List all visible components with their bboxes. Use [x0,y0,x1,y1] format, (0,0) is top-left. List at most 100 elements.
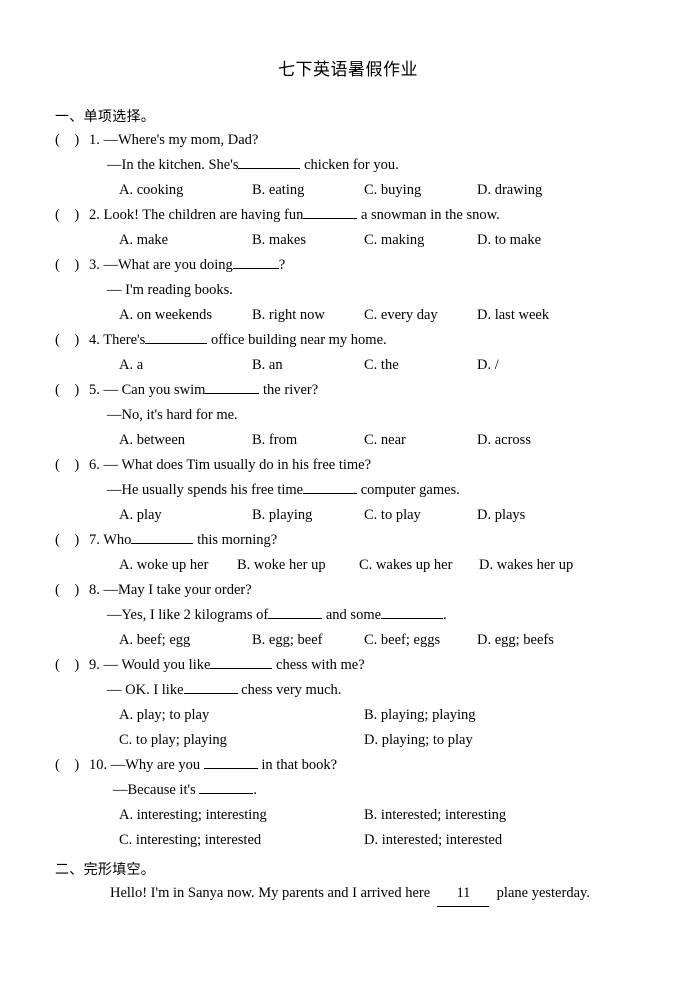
question-stem: ( ) 9. — Would you like chess with me? [55,653,668,678]
answer-blank[interactable] [238,168,301,169]
question-stem-line2: —Because it's . [55,778,668,803]
option-row-10-bottom: C. interesting; interested D. interested;… [55,828,668,853]
option-5-c[interactable]: C. near [364,428,477,453]
option-6-a[interactable]: A. play [119,503,252,528]
answer-blank[interactable] [381,618,444,619]
answer-blank[interactable] [210,668,273,669]
answer-parenthesis-9[interactable]: ( ) [55,653,89,678]
question-item-2: ( ) 2. Look! The children are having fun … [55,203,668,253]
option-5-b[interactable]: B. from [252,428,364,453]
question-text-8b-mid: and some [322,607,382,623]
worksheet-page: 七下英语暑假作业 一、单项选择。 ( ) 1. —Where's my mom, … [0,0,696,983]
question-text-3-post: ? [278,257,286,273]
answer-blank[interactable] [131,543,194,544]
answer-parenthesis-10[interactable]: ( ) [55,753,89,778]
question-text-6b-pre: —He usually spends his free time [107,482,304,498]
question-stem-line2: —Yes, I like 2 kilograms of and some. [55,603,668,628]
question-item-6: ( ) 6. — What does Tim usually do in his … [55,453,668,528]
option-7-a[interactable]: A. woke up her [119,553,237,578]
option-row-4: A. a B. an C. the D. / [55,353,668,378]
answer-blank[interactable] [268,618,323,619]
question-number-8: 8. [89,582,100,598]
question-stem: ( ) 6. — What does Tim usually do in his … [55,453,668,478]
option-1-a[interactable]: A. cooking [119,178,252,203]
option-5-d[interactable]: D. across [477,428,531,453]
answer-blank[interactable] [203,768,258,769]
question-text-9b-post: chess very much. [237,682,342,698]
question-text-1: —Where's my mom, Dad? [99,132,259,148]
option-6-d[interactable]: D. plays [477,503,525,528]
section-heading-cloze: 二、完形填空。 [55,862,156,878]
answer-parenthesis-5[interactable]: ( ) [55,378,89,403]
answer-parenthesis-1[interactable]: ( ) [55,128,89,153]
answer-parenthesis-4[interactable]: ( ) [55,328,89,353]
answer-parenthesis-6[interactable]: ( ) [55,453,89,478]
option-2-b[interactable]: B. makes [252,228,364,253]
option-2-c[interactable]: C. making [364,228,477,253]
option-3-c[interactable]: C. every day [364,303,477,328]
option-7-c[interactable]: C. wakes up her [359,553,479,578]
option-1-c[interactable]: C. buying [364,178,477,203]
answer-blank[interactable] [205,393,260,394]
answer-blank[interactable] [199,793,254,794]
question-item-1: ( ) 1. —Where's my mom, Dad? —In the kitc… [55,128,668,203]
answer-blank[interactable] [303,493,358,494]
option-8-a[interactable]: A. beef; egg [119,628,252,653]
option-3-d[interactable]: D. last week [477,303,549,328]
question-stem: ( ) 3. —What are you doing? [55,253,668,278]
answer-parenthesis-2[interactable]: ( ) [55,203,89,228]
option-9-b[interactable]: B. playing; playing [364,703,476,728]
page-title: 七下英语暑假作业 [278,60,418,80]
option-1-d[interactable]: D. drawing [477,178,542,203]
answer-parenthesis-7[interactable]: ( ) [55,528,89,553]
option-4-c[interactable]: C. the [364,353,477,378]
option-4-a[interactable]: A. a [119,353,252,378]
option-10-b[interactable]: B. interested; interesting [364,803,506,828]
option-2-d[interactable]: D. to make [477,228,541,253]
question-text-6b-post: computer games. [357,482,460,498]
option-row-9-top: A. play; to play B. playing; playing [55,703,668,728]
option-9-d[interactable]: D. playing; to play [364,728,473,753]
option-4-b[interactable]: B. an [252,353,364,378]
option-10-d[interactable]: D. interested; interested [364,828,502,853]
question-stem: ( ) 5. — Can you swim the river? [55,378,668,403]
option-4-d[interactable]: D. / [477,353,499,378]
option-10-c[interactable]: C. interesting; interested [119,828,364,853]
option-8-c[interactable]: C. beef; eggs [364,628,477,653]
option-10-a[interactable]: A. interesting; interesting [119,803,364,828]
option-6-c[interactable]: C. to play [364,503,477,528]
option-8-d[interactable]: D. egg; beefs [477,628,554,653]
option-row-3: A. on weekends B. right now C. every day D.… [55,303,668,328]
option-6-b[interactable]: B. playing [252,503,364,528]
option-7-d[interactable]: D. wakes her up [479,553,573,578]
answer-blank[interactable] [145,343,208,344]
question-number-5: 5. [89,382,100,398]
section-heading-multiple-choice: 一、单项选择。 [55,109,156,125]
answer-blank[interactable] [303,218,358,219]
option-row-10-top: A. interesting; interesting B. interested… [55,803,668,828]
question-text-5-pre: — Can you swim [99,382,206,398]
answer-parenthesis-3[interactable]: ( ) [55,253,89,278]
question-number-10: 10. [89,757,108,773]
option-1-b[interactable]: B. eating [252,178,364,203]
option-3-b[interactable]: B. right now [252,303,364,328]
question-number-1: 1. [89,132,100,148]
question-text-4-post: office building near my home. [207,332,387,348]
question-text-10b-pre: —Because it's [113,782,200,798]
answer-blank[interactable] [232,268,279,269]
option-7-b[interactable]: B. woke her up [237,553,359,578]
option-9-a[interactable]: A. play; to play [119,703,364,728]
option-3-a[interactable]: A. on weekends [119,303,252,328]
option-row-5: A. between B. from C. near D. across [55,428,668,453]
question-text-1b-post: chicken for you. [300,157,399,173]
answer-blank[interactable] [183,693,238,694]
option-9-c[interactable]: C. to play; playing [119,728,364,753]
answer-parenthesis-8[interactable]: ( ) [55,578,89,603]
question-item-3: ( ) 3. —What are you doing? — I'm reading… [55,253,668,328]
option-row-6: A. play B. playing C. to play D. plays [55,503,668,528]
option-5-a[interactable]: A. between [119,428,252,453]
option-2-a[interactable]: A. make [119,228,252,253]
cloze-blank-11[interactable]: 11 [437,881,490,907]
option-8-b[interactable]: B. egg; beef [252,628,364,653]
question-text-9-post: chess with me? [272,657,365,673]
